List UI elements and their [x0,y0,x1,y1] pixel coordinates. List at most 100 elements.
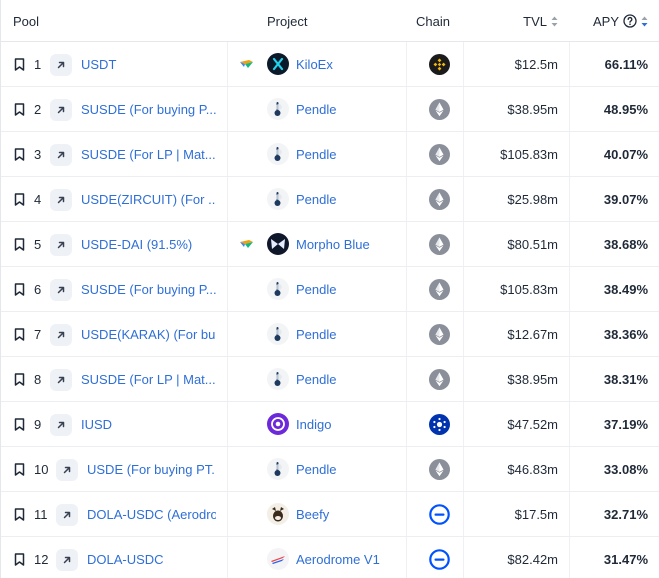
external-link-button[interactable] [50,42,72,87]
pool-link[interactable]: USDE(KARAK) (For bu... [81,312,216,357]
table-row[interactable]: 1 USDT KiloEx $12.5m 66.11% [1,42,659,87]
pendle-logo-icon [267,98,289,120]
ethereum-chain-icon[interactable] [429,189,450,210]
ethereum-chain-icon[interactable] [429,99,450,120]
table-row[interactable]: 12 DOLA-USDC Aerodrome V1 $82.42m 31.47% [1,537,659,578]
external-link-button[interactable] [56,447,78,492]
bookmark-icon[interactable] [14,42,28,87]
pool-link[interactable]: USDE (For buying PT... [87,447,216,492]
table-row[interactable]: 6 SUSDE (For buying P... Pendle $105.83m… [1,267,659,312]
column-header-project-label: Project [267,13,308,29]
base-chain-icon[interactable] [429,504,450,525]
table-row[interactable]: 7 USDE(KARAK) (For bu... Pendle $12.67m … [1,312,659,357]
ethereum-chain-icon[interactable] [429,234,450,255]
bookmark-icon[interactable] [14,357,28,402]
pendle-logo-icon [267,323,289,345]
project-link[interactable]: Pendle [296,267,336,312]
row-rank: 1 [34,57,42,72]
project-link[interactable]: Pendle [296,357,336,402]
column-header-apy[interactable]: APY [593,0,648,42]
arrow-up-right-icon [50,278,72,301]
table-row[interactable]: 10 USDE (For buying PT... Pendle $46.83m… [1,447,659,492]
pool-link[interactable]: DOLA-USDC [87,537,216,578]
project-link[interactable]: Pendle [296,132,336,177]
arrow-up-right-icon [50,413,72,436]
row-rank: 6 [34,282,42,297]
apy-value: 32.71% [603,507,648,522]
tvl-value: $38.95m [507,372,558,387]
cardano-chain-icon[interactable] [429,414,450,435]
external-link-button[interactable] [56,492,78,537]
project-link[interactable]: Pendle [296,312,336,357]
project-link[interactable]: Pendle [296,177,336,222]
ethereum-chain-icon[interactable] [429,369,450,390]
project-link[interactable]: Pendle [296,447,336,492]
table-row[interactable]: 5 USDE-DAI (91.5%) Morpho Blue $80.51m 3… [1,222,659,267]
row-rank: 2 [34,102,42,117]
bookmark-icon[interactable] [14,402,28,447]
boost-flag-icon [239,42,255,87]
bookmark-icon[interactable] [14,87,28,132]
table-row[interactable]: 3 SUSDE (For LP | Mat... Pendle $105.83m… [1,132,659,177]
sort-arrows-icon[interactable] [551,16,558,27]
pool-link[interactable]: USDE-DAI (91.5%) [81,222,216,267]
arrow-up-right-icon [50,188,72,211]
ethereum-chain-icon[interactable] [429,324,450,345]
apy-value: 48.95% [603,102,648,117]
table-row[interactable]: 4 USDE(ZIRCUIT) (For ... Pendle $25.98m … [1,177,659,222]
project-link[interactable]: KiloEx [296,42,333,87]
bookmark-icon[interactable] [14,222,28,267]
project-link[interactable]: Aerodrome V1 [296,537,380,578]
base-chain-icon[interactable] [429,549,450,570]
pool-link[interactable]: SUSDE (For buying P... [81,87,216,132]
bookmark-icon[interactable] [14,492,28,537]
beefy-logo-icon [267,503,289,525]
bookmark-icon[interactable] [14,177,28,222]
question-circle-icon[interactable] [623,14,637,28]
bookmark-icon[interactable] [14,447,28,492]
bookmark-icon[interactable] [14,312,28,357]
sort-arrows-icon[interactable] [641,16,648,27]
bookmark-icon[interactable] [14,537,28,578]
tvl-value: $105.83m [500,282,558,297]
pool-link[interactable]: SUSDE (For buying P... [81,267,216,312]
table-row[interactable]: 2 SUSDE (For buying P... Pendle $38.95m … [1,87,659,132]
arrow-up-right-icon [50,233,72,256]
table-row[interactable]: 9 IUSD Indigo $47.52m 37.19% [1,402,659,447]
pool-link[interactable]: USDT [81,42,216,87]
external-link-button[interactable] [50,222,72,267]
binance-chain-icon[interactable] [429,54,450,75]
external-link-button[interactable] [50,267,72,312]
pendle-logo-icon [267,278,289,300]
table-row[interactable]: 8 SUSDE (For LP | Mat... Pendle $38.95m … [1,357,659,402]
table-row[interactable]: 11 DOLA-USDC (Aerodro... Beefy $17.5m 32… [1,492,659,537]
ethereum-chain-icon[interactable] [429,144,450,165]
external-link-button[interactable] [50,357,72,402]
external-link-button[interactable] [50,402,72,447]
project-link[interactable]: Morpho Blue [296,222,370,267]
project-link[interactable]: Pendle [296,87,336,132]
pool-link[interactable]: SUSDE (For LP | Mat... [81,132,216,177]
pool-link[interactable]: USDE(ZIRCUIT) (For ... [81,177,216,222]
tvl-value: $25.98m [507,192,558,207]
project-link[interactable]: Beefy [296,492,329,537]
bookmark-icon[interactable] [14,267,28,312]
external-link-button[interactable] [50,177,72,222]
pool-link[interactable]: DOLA-USDC (Aerodro... [87,492,216,537]
external-link-button[interactable] [50,87,72,132]
bookmark-icon[interactable] [14,132,28,177]
ethereum-chain-icon[interactable] [429,279,450,300]
external-link-button[interactable] [50,132,72,177]
column-header-tvl[interactable]: TVL [523,0,558,42]
column-header-apy-label: APY [592,13,619,29]
external-link-button[interactable] [56,537,78,578]
apy-value: 37.19% [603,417,648,432]
pool-link[interactable]: SUSDE (For LP | Mat... [81,357,216,402]
pendle-logo-icon [267,368,289,390]
pool-link[interactable]: IUSD [81,402,216,447]
project-link[interactable]: Indigo [296,402,331,447]
arrow-up-right-icon [56,503,78,526]
ethereum-chain-icon[interactable] [429,459,450,480]
tvl-value: $12.67m [507,327,558,342]
external-link-button[interactable] [50,312,72,357]
